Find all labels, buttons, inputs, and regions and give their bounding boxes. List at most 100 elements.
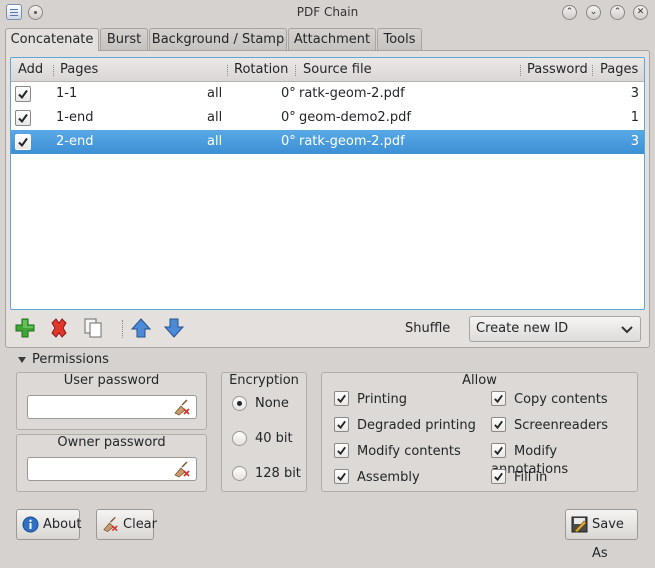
- copy-icon[interactable]: [82, 317, 104, 339]
- info-icon: [22, 516, 39, 533]
- close-icon[interactable]: ✕: [633, 5, 648, 20]
- file-table[interactable]: Add Pages Rotation Source file Password …: [10, 57, 645, 310]
- row-add-checkbox[interactable]: [15, 110, 31, 126]
- tab-background-stamp[interactable]: Background / Stamp: [149, 28, 287, 50]
- checkbox[interactable]: [491, 391, 506, 406]
- id-mode-select-value: Create new ID: [476, 321, 569, 336]
- column-separator: [53, 65, 54, 76]
- owner-password-input[interactable]: [27, 457, 197, 481]
- radio-button[interactable]: [232, 431, 247, 446]
- allow-fill-in[interactable]: Fill in: [491, 469, 547, 487]
- row-pages[interactable]: 1-1: [56, 82, 77, 106]
- allow-copy-contents[interactable]: Copy contents: [491, 391, 608, 409]
- about-button[interactable]: About: [16, 509, 82, 540]
- checkbox[interactable]: [491, 469, 506, 484]
- row-which[interactable]: all: [207, 82, 222, 106]
- column-pages[interactable]: Pages: [60, 58, 98, 82]
- window-title: PDF Chain: [296, 5, 359, 19]
- table-row-selected[interactable]: 2-end all 0° ratk-geom-2.pdf 3: [11, 130, 644, 154]
- user-password-label: User password: [63, 373, 160, 388]
- column-source-file[interactable]: Source file: [303, 58, 372, 82]
- table-row[interactable]: 1-end all 0° geom-demo2.pdf 1: [11, 106, 644, 130]
- tab-burst[interactable]: Burst: [100, 28, 148, 50]
- radio-button[interactable]: [232, 466, 247, 481]
- toolbar-separator: [122, 320, 123, 338]
- allow-fill-in-label: Fill in: [514, 470, 548, 485]
- add-icon[interactable]: [14, 317, 36, 339]
- column-separator: [227, 65, 228, 76]
- row-add-checkbox[interactable]: [15, 86, 31, 102]
- keep-above-icon[interactable]: ⌃: [562, 5, 577, 20]
- row-which[interactable]: all: [207, 130, 222, 154]
- checkbox[interactable]: [334, 417, 349, 432]
- encryption-none-label: None: [255, 396, 289, 411]
- column-rotation[interactable]: Rotation: [234, 58, 288, 82]
- encryption-128bit-option[interactable]: 128 bit: [232, 466, 301, 481]
- tab-attachment[interactable]: Attachment: [288, 28, 376, 50]
- allow-copy-contents-label: Copy contents: [514, 392, 608, 407]
- encryption-40bit-option[interactable]: 40 bit: [232, 431, 293, 446]
- clear-field-icon[interactable]: [173, 461, 191, 478]
- clear-field-icon[interactable]: [173, 399, 191, 416]
- column-page-count[interactable]: Pages: [600, 58, 638, 82]
- row-add-checkbox[interactable]: [15, 134, 31, 150]
- row-page-count: 3: [630, 134, 639, 149]
- shuffle-label: Shuffle: [405, 321, 451, 336]
- allow-screenreaders[interactable]: Screenreaders: [491, 417, 608, 435]
- maximize-icon[interactable]: ⌃: [610, 5, 625, 20]
- move-up-icon[interactable]: [130, 317, 152, 339]
- encryption-40bit-label: 40 bit: [255, 431, 293, 446]
- allow-assembly-label: Assembly: [357, 470, 420, 485]
- allow-degraded-printing[interactable]: Degraded printing: [334, 417, 476, 435]
- title-bar[interactable]: PDF Chain ⌃ ⌄ ⌃ ✕: [0, 0, 655, 26]
- save-as-label: Save As: [592, 517, 624, 561]
- table-header: Add Pages Rotation Source file Password …: [11, 58, 644, 82]
- checkbox[interactable]: [491, 417, 506, 432]
- checkbox[interactable]: [491, 443, 506, 458]
- row-which[interactable]: all: [207, 106, 222, 130]
- table-row[interactable]: 1-1 all 0° ratk-geom-2.pdf 3: [11, 82, 644, 106]
- checkbox[interactable]: [334, 443, 349, 458]
- row-pages[interactable]: 1-end: [56, 106, 93, 130]
- minimize-icon[interactable]: ⌄: [586, 5, 601, 20]
- clear-button[interactable]: Clear: [96, 509, 157, 540]
- expander-arrow-icon: [18, 356, 26, 363]
- tab-tools[interactable]: Tools: [377, 28, 422, 50]
- encryption-none-option[interactable]: None: [232, 396, 289, 411]
- user-password-group: User password: [16, 372, 207, 430]
- allow-modify-contents[interactable]: Modify contents: [334, 443, 461, 461]
- remove-icon[interactable]: [48, 317, 70, 339]
- radio-button-selected[interactable]: [232, 396, 247, 411]
- move-down-icon[interactable]: [163, 317, 185, 339]
- pdf-chain-window: PDF Chain ⌃ ⌄ ⌃ ✕ Concatenate Burst Back…: [0, 0, 655, 561]
- row-page-count: 3: [630, 86, 639, 101]
- row-rotation[interactable]: 0°: [281, 82, 296, 106]
- chevron-down-icon: [621, 326, 633, 334]
- id-mode-select[interactable]: Create new ID: [469, 316, 641, 342]
- save-as-button[interactable]: Save As: [565, 509, 638, 561]
- row-rotation[interactable]: 0°: [281, 130, 296, 154]
- encryption-label: Encryption: [229, 373, 299, 388]
- concatenate-panel: Add Pages Rotation Source file Password …: [5, 50, 650, 348]
- row-source-file: ratk-geom-2.pdf: [299, 86, 405, 101]
- allow-label: Allow: [462, 373, 497, 388]
- clear-icon: [103, 516, 118, 533]
- owner-password-label: Owner password: [57, 435, 166, 450]
- column-password[interactable]: Password: [527, 58, 588, 82]
- allow-screenreaders-label: Screenreaders: [514, 418, 609, 433]
- row-pages[interactable]: 2-end: [56, 130, 93, 154]
- about-label: About: [43, 517, 82, 532]
- allow-group: Allow Printing Degraded printing Modify …: [321, 372, 638, 492]
- row-source-file: geom-demo2.pdf: [299, 110, 411, 125]
- user-password-input[interactable]: [27, 395, 197, 419]
- allow-modify-annotations[interactable]: Modify annotations: [491, 443, 637, 477]
- allow-printing[interactable]: Printing: [334, 391, 407, 409]
- allow-assembly[interactable]: Assembly: [334, 469, 420, 487]
- checkbox[interactable]: [334, 469, 349, 484]
- encryption-128bit-label: 128 bit: [255, 466, 301, 481]
- permissions-toggle[interactable]: Permissions: [18, 352, 109, 367]
- row-rotation[interactable]: 0°: [281, 106, 296, 130]
- tab-concatenate[interactable]: Concatenate: [5, 28, 99, 51]
- column-add[interactable]: Add: [18, 58, 43, 82]
- checkbox[interactable]: [334, 391, 349, 406]
